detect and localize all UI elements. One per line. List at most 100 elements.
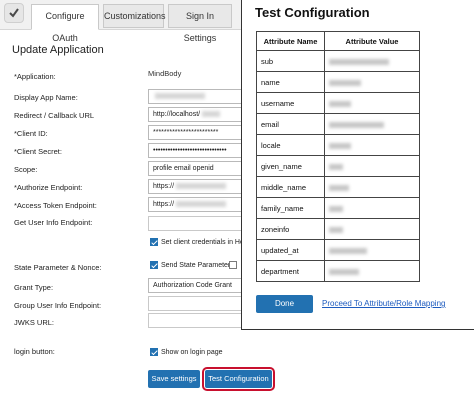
- grant-type-select[interactable]: Authorization Code Grant: [148, 278, 248, 293]
- test-configuration-popup: Test Configuration Attribute Name Attrib…: [241, 0, 474, 330]
- test-configuration-button[interactable]: Test Configuration: [202, 367, 275, 391]
- attribute-value: [324, 239, 420, 261]
- set-credentials-text: Set client credentials in Hea: [161, 238, 248, 246]
- show-on-login-checkbox[interactable]: Show on login page: [150, 348, 223, 356]
- client-secret-label: *Client Secret:: [14, 147, 62, 156]
- redacted-text: [202, 111, 221, 118]
- application-label-text: *Application:: [14, 72, 56, 81]
- column-header-value: Attribute Value: [324, 31, 420, 51]
- attribute-value: [324, 176, 420, 198]
- attribute-name: updated_at: [256, 239, 325, 261]
- table-row: sub: [256, 50, 420, 72]
- attribute-value: [324, 218, 420, 240]
- scope-label: Scope:: [14, 165, 38, 174]
- userinfo-endpoint-label: Get User Info Endpoint:: [14, 218, 93, 227]
- table-header-row: Attribute Name Attribute Value: [256, 31, 420, 51]
- done-button[interactable]: Done: [256, 295, 313, 313]
- token-endpoint-label: *Access Token Endpoint:: [14, 201, 97, 210]
- application-value: MindBody: [148, 69, 182, 78]
- table-row: given_name: [256, 155, 420, 177]
- token-endpoint-value: https://: [153, 201, 175, 208]
- checkbox-checked-icon: [150, 261, 158, 269]
- send-state-checkbox[interactable]: Send State Parameter: [150, 261, 230, 269]
- page: { "tabs": [ {"label": "Configure OAuth",…: [0, 0, 474, 397]
- redirect-url-input[interactable]: http://localhost/: [148, 107, 248, 122]
- attribute-value: [324, 134, 420, 156]
- redacted-text: [176, 183, 227, 190]
- attribute-value: [324, 260, 420, 282]
- attribute-name: email: [256, 113, 325, 135]
- display-name-label: Display App Name:: [14, 93, 78, 102]
- table-row: department: [256, 260, 420, 282]
- client-secret-input[interactable]: ••••••••••••••••••••••••••••••: [148, 143, 248, 158]
- tab-sign-in-settings[interactable]: Sign In Settings: [168, 4, 232, 43]
- redacted-text: [176, 201, 227, 208]
- save-settings-button[interactable]: Save settings: [148, 370, 200, 388]
- checkbox-checked-icon: [150, 238, 158, 246]
- plugin-logo-icon: [4, 3, 24, 23]
- attribute-value: [324, 113, 420, 135]
- column-header-attribute: Attribute Name: [256, 31, 325, 51]
- checkbox-empty-icon: [229, 261, 237, 269]
- attribute-name: family_name: [256, 197, 325, 219]
- table-row: zoneinfo: [256, 218, 420, 240]
- popup-title: Test Configuration: [255, 5, 370, 20]
- tab-configure-oauth[interactable]: Configure OAuth: [31, 4, 99, 43]
- attribute-name: zoneinfo: [256, 218, 325, 240]
- attribute-name: given_name: [256, 155, 325, 177]
- redirect-label: Redirect / Callback URL: [14, 111, 95, 120]
- scope-value: profile email openid: [153, 165, 214, 172]
- application-label: *Application:: [14, 72, 56, 81]
- proceed-mapping-link[interactable]: Proceed To Attribute/Role Mapping: [322, 299, 445, 308]
- table-row: email: [256, 113, 420, 135]
- show-on-login-text: Show on login page: [161, 348, 223, 356]
- client-id-input[interactable]: ************************: [148, 125, 248, 140]
- group-userinfo-input[interactable]: [148, 296, 248, 311]
- client-id-value: ************************: [153, 129, 219, 136]
- state-nonce-label: State Parameter & Nonce:: [14, 263, 102, 272]
- token-endpoint-input[interactable]: https://: [148, 197, 248, 212]
- attribute-name: sub: [256, 50, 325, 72]
- attribute-table: Attribute Name Attribute Value sub name …: [256, 31, 420, 282]
- section-title: Update Application: [12, 44, 104, 56]
- table-row: username: [256, 92, 420, 114]
- attribute-value: [324, 197, 420, 219]
- table-row: locale: [256, 134, 420, 156]
- userinfo-endpoint-input[interactable]: [148, 216, 248, 231]
- tab-label: Customizations: [104, 11, 166, 21]
- table-row: name: [256, 71, 420, 93]
- nonce-checkbox[interactable]: [229, 261, 240, 269]
- attribute-value: [324, 155, 420, 177]
- authorize-endpoint-value: https://: [153, 183, 175, 190]
- attribute-name: username: [256, 92, 325, 114]
- grant-type-label: Grant Type:: [14, 283, 54, 292]
- attribute-name: middle_name: [256, 176, 325, 198]
- jwks-url-label: JWKS URL:: [14, 318, 55, 327]
- attribute-value: [324, 71, 420, 93]
- client-id-label: *Client ID:: [14, 129, 48, 138]
- login-button-label: login button:: [14, 347, 55, 356]
- attribute-name: name: [256, 71, 325, 93]
- checkbox-checked-icon: [150, 348, 158, 356]
- tab-label: Configure OAuth: [45, 11, 85, 43]
- attribute-name: locale: [256, 134, 325, 156]
- authorize-endpoint-label: *Authorize Endpoint:: [14, 183, 83, 192]
- tab-customizations[interactable]: Customizations: [103, 4, 166, 28]
- redacted-text: [155, 93, 205, 100]
- table-row: middle_name: [256, 176, 420, 198]
- table-row: family_name: [256, 197, 420, 219]
- display-name-input[interactable]: [148, 89, 248, 104]
- grant-type-value: Authorization Code Grant: [153, 282, 232, 289]
- attribute-value: [324, 92, 420, 114]
- table-row: updated_at: [256, 239, 420, 261]
- redirect-url-value: http://localhost/: [153, 111, 201, 118]
- set-credentials-header-checkbox[interactable]: Set client credentials in Hea: [150, 238, 248, 246]
- jwks-url-input[interactable]: [148, 313, 248, 328]
- attribute-name: department: [256, 260, 325, 282]
- scope-input[interactable]: profile email openid: [148, 161, 248, 176]
- group-userinfo-label: Group User Info Endpoint:: [14, 301, 102, 310]
- client-secret-value: ••••••••••••••••••••••••••••••: [153, 147, 227, 154]
- attribute-value: [324, 50, 420, 72]
- authorize-endpoint-input[interactable]: https://: [148, 179, 248, 194]
- send-state-text: Send State Parameter: [161, 261, 231, 269]
